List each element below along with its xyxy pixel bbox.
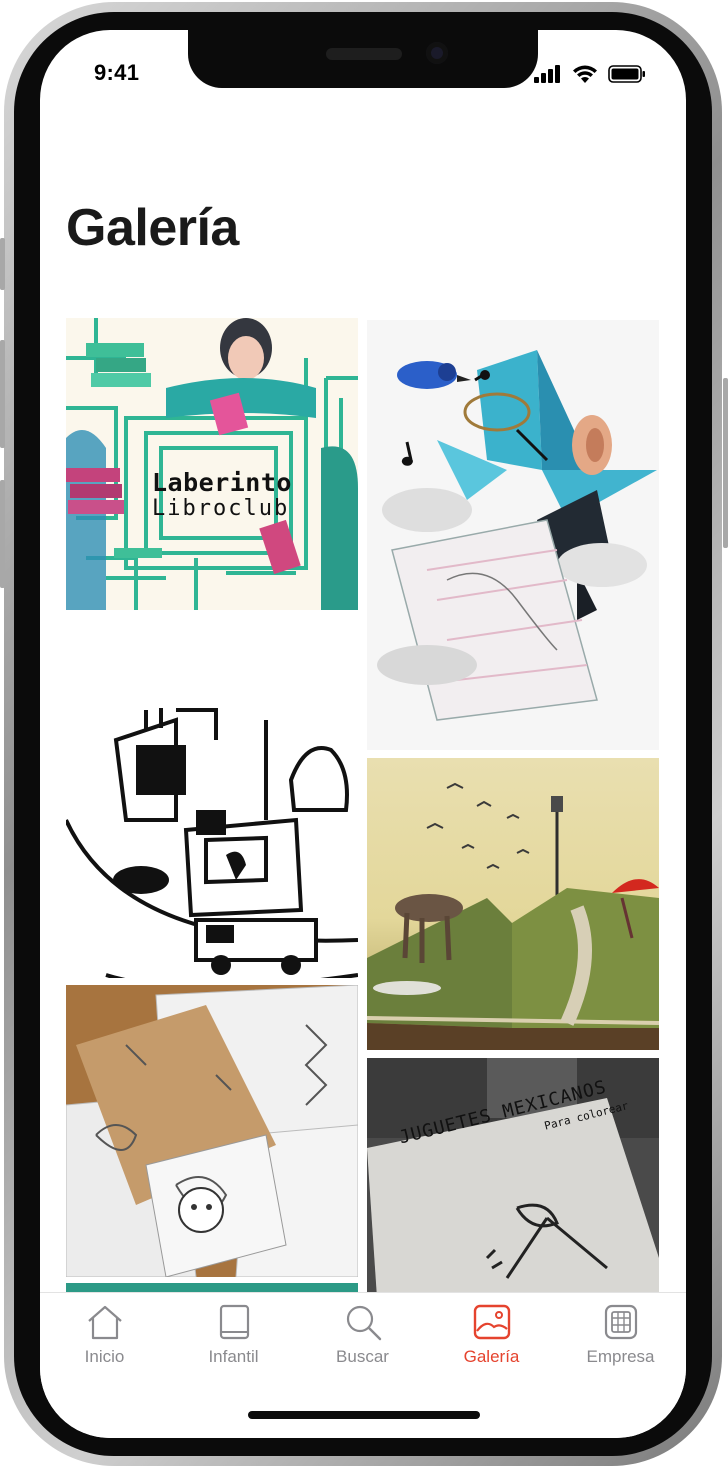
app-screen: 9:41 Galería Laberinto Libroclub JUGUETE… (40, 30, 686, 1438)
tab-infantil[interactable]: Infantil (169, 1303, 298, 1367)
house-icon (87, 1305, 122, 1340)
cellular-signal-icon (534, 64, 560, 83)
status-icons (534, 64, 646, 83)
volume-down-button (0, 480, 5, 588)
laberinto-title: Laberinto (152, 468, 292, 497)
volume-up-button (0, 340, 5, 448)
gallery-image-juguetes[interactable]: JUGUETES MEXICANOS Para colorear (367, 1058, 659, 1298)
power-button (723, 378, 728, 548)
gallery-image-collage[interactable] (367, 320, 659, 750)
building-icon (604, 1304, 637, 1340)
gallery-image-open-book[interactable] (367, 758, 659, 1050)
laberinto-subtitle: Libroclub (152, 496, 290, 521)
speaker-grille (326, 48, 402, 60)
tab-label: Buscar (336, 1347, 389, 1366)
gallery-image-town-drawing[interactable] (66, 620, 358, 978)
tab-label: Empresa (586, 1347, 655, 1366)
tab-label: Galería (463, 1347, 520, 1366)
status-time: 9:41 (94, 60, 140, 85)
gallery-image-coloring-pages[interactable] (66, 985, 358, 1277)
mute-switch (0, 238, 5, 290)
home-indicator[interactable] (248, 1411, 480, 1419)
open-book-illustration (367, 782, 659, 1050)
laberinto-illustration (66, 318, 358, 610)
page-title: Galería (66, 199, 239, 257)
tab-buscar[interactable]: Buscar (298, 1303, 427, 1367)
battery-icon (608, 64, 645, 83)
tab-label: Inicio (84, 1347, 125, 1366)
tab-label: Infantil (208, 1347, 259, 1366)
tab-galeria[interactable]: Galería (427, 1303, 556, 1367)
front-camera (426, 42, 448, 64)
collage-illustration (377, 350, 657, 721)
town-drawing-illustration (66, 708, 358, 978)
tab-empresa[interactable]: Empresa (556, 1303, 685, 1367)
image-icon (473, 1304, 510, 1340)
tab-inicio[interactable]: Inicio (40, 1303, 169, 1367)
book-icon (219, 1304, 249, 1340)
search-icon (346, 1305, 381, 1341)
coloring-pages-illustration (66, 985, 358, 1277)
juguetes-illustration (367, 1058, 659, 1298)
gallery-image-laberinto[interactable]: Laberinto Libroclub (66, 318, 358, 610)
wifi-icon (573, 65, 597, 83)
